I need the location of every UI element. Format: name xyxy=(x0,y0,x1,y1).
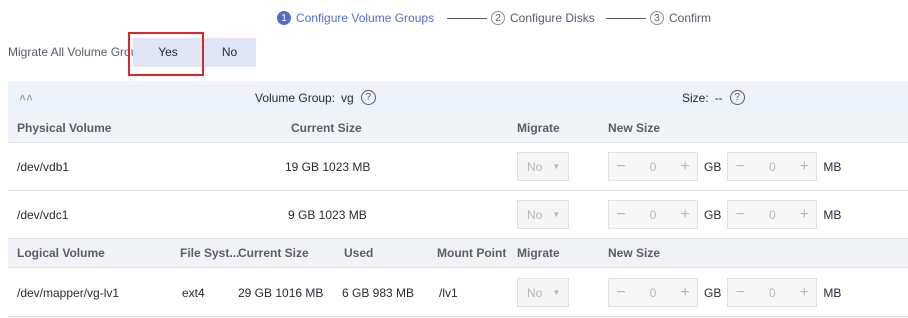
mb-stepper[interactable]: − 0 + xyxy=(727,278,818,307)
plus-icon[interactable]: + xyxy=(673,284,697,302)
col-physical-volume: Physical Volume xyxy=(17,121,112,135)
lv-mount-point: /lv1 xyxy=(439,285,458,300)
minus-icon[interactable]: − xyxy=(728,284,752,302)
minus-icon[interactable]: − xyxy=(609,206,633,224)
col-migrate: Migrate xyxy=(517,246,560,260)
minus-icon[interactable]: − xyxy=(609,284,633,302)
migrate-select[interactable]: No ▼ xyxy=(517,278,569,307)
migrate-all-no-button[interactable]: No xyxy=(203,38,256,67)
step-configure-volume-groups: 1 Configure Volume Groups xyxy=(277,9,434,27)
migrate-value: No xyxy=(527,207,543,222)
step-number: 1 xyxy=(277,11,291,25)
migrate-select[interactable]: No ▼ xyxy=(517,200,569,229)
help-icon[interactable]: ? xyxy=(360,90,376,105)
step-number: 3 xyxy=(650,11,664,25)
migrate-value: No xyxy=(527,285,543,300)
gb-stepper[interactable]: − 0 + xyxy=(608,278,698,307)
table-row: /dev/vdc1 9 GB 1023 MB No ▼ − 0 + GB − 0… xyxy=(8,191,908,239)
step-number: 2 xyxy=(491,11,505,25)
mb-unit: MB xyxy=(823,207,842,222)
plus-icon[interactable]: + xyxy=(673,206,697,224)
gb-value[interactable]: 0 xyxy=(633,208,673,222)
col-logical-volume: Logical Volume xyxy=(17,246,105,260)
gb-unit: GB xyxy=(704,207,722,222)
step-connector xyxy=(606,18,646,19)
chevron-down-icon: ▼ xyxy=(552,162,561,171)
gb-stepper[interactable]: − 0 + xyxy=(608,152,698,181)
lv-name: /dev/mapper/vg-lv1 xyxy=(17,285,120,300)
col-file-system: File Syst... xyxy=(180,246,240,260)
migrate-value: No xyxy=(527,159,543,174)
minus-icon[interactable]: − xyxy=(728,158,752,176)
chevron-down-icon: ▼ xyxy=(552,288,561,297)
migrate-all-label: Migrate All Volume Groups xyxy=(8,45,151,59)
col-migrate: Migrate xyxy=(517,121,560,135)
plus-icon[interactable]: + xyxy=(792,284,816,302)
gb-stepper[interactable]: − 0 + xyxy=(608,200,698,229)
col-current-size: Current Size xyxy=(238,246,309,260)
gb-value[interactable]: 0 xyxy=(633,160,673,174)
mb-value[interactable]: 0 xyxy=(752,160,792,174)
mb-stepper[interactable]: − 0 + xyxy=(727,152,818,181)
table-row: /dev/vdb1 19 GB 1023 MB No ▼ − 0 + GB − … xyxy=(8,143,908,191)
pv-current-size: 9 GB 1023 MB xyxy=(288,207,367,222)
size-field: Size: -- ? xyxy=(682,81,745,114)
step-label: Confirm xyxy=(669,11,712,25)
mb-unit: MB xyxy=(823,285,842,300)
gb-value[interactable]: 0 xyxy=(633,286,673,300)
step-configure-disks: 2 Configure Disks xyxy=(491,9,595,27)
col-new-size: New Size xyxy=(608,121,661,135)
step-label: Configure Volume Groups xyxy=(296,11,435,25)
plus-icon[interactable]: + xyxy=(673,158,697,176)
plus-icon[interactable]: + xyxy=(792,206,816,224)
pv-table-header: Physical Volume Current Size Migrate New… xyxy=(8,114,908,143)
volume-group-field: Volume Group: vg ? xyxy=(255,81,376,114)
chevron-down-icon: ▼ xyxy=(552,210,561,219)
size-label: Size: xyxy=(682,90,709,105)
table-row: /dev/mapper/vg-lv1 ext4 29 GB 1016 MB 6 … xyxy=(8,269,908,317)
pv-current-size: 19 GB 1023 MB xyxy=(285,159,371,174)
help-icon[interactable]: ? xyxy=(729,90,745,105)
volume-group-label: Volume Group: xyxy=(255,90,336,105)
volume-group-value: vg xyxy=(341,90,354,105)
gb-unit: GB xyxy=(704,285,722,300)
col-used: Used xyxy=(344,246,374,260)
minus-icon[interactable]: − xyxy=(609,158,633,176)
plus-icon[interactable]: + xyxy=(792,158,816,176)
col-mount-point: Mount Point xyxy=(437,246,507,260)
step-label: Configure Disks xyxy=(510,11,595,25)
minus-icon[interactable]: − xyxy=(728,206,752,224)
pv-name: /dev/vdc1 xyxy=(17,207,69,222)
collapse-icon[interactable]: ˄˄ xyxy=(19,81,33,114)
pv-name: /dev/vdb1 xyxy=(17,159,70,174)
lv-used: 6 GB 983 MB xyxy=(342,285,415,300)
col-current-size: Current Size xyxy=(291,121,362,135)
mb-value[interactable]: 0 xyxy=(752,286,792,300)
migrate-all-yes-button[interactable]: Yes xyxy=(133,38,203,67)
volume-group-header: ˄˄ Volume Group: vg ? Size: -- ? xyxy=(8,81,908,114)
lv-current-size: 29 GB 1016 MB xyxy=(238,285,324,300)
gb-unit: GB xyxy=(704,159,722,174)
wizard-steps: 1 Configure Volume Groups 2 Configure Di… xyxy=(0,9,908,27)
mb-unit: MB xyxy=(823,159,842,174)
step-confirm: 3 Confirm xyxy=(650,9,711,27)
mb-stepper[interactable]: − 0 + xyxy=(727,200,818,229)
migrate-select[interactable]: No ▼ xyxy=(517,152,569,181)
lv-file-system: ext4 xyxy=(182,285,205,300)
lv-table-header: Logical Volume File Syst... Current Size… xyxy=(8,239,908,268)
step-connector xyxy=(447,18,487,19)
col-new-size: New Size xyxy=(608,246,661,260)
size-value: -- xyxy=(714,90,723,105)
mb-value[interactable]: 0 xyxy=(752,208,792,222)
